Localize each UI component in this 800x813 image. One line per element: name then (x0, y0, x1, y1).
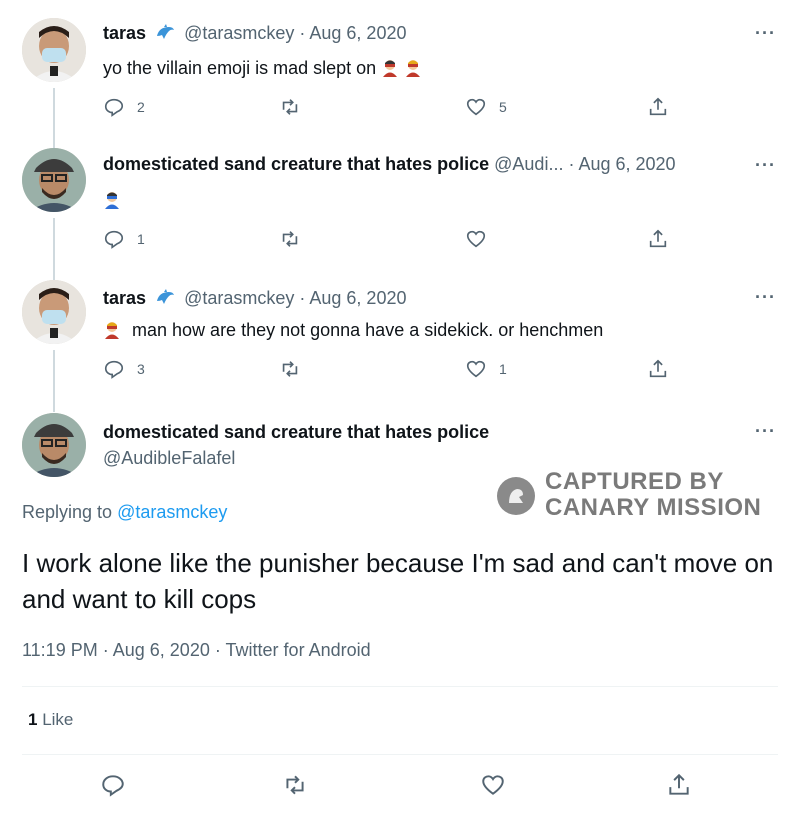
avatar[interactable] (22, 413, 86, 477)
main-tweet-text: I work alone like the punisher because I… (22, 548, 774, 614)
tweet-source: Twitter for Android (225, 640, 371, 660)
watermark-line-2: CANARY MISSION (545, 494, 762, 521)
separator: · (214, 640, 221, 660)
author-name[interactable]: domesticated sand creature that hates po… (103, 422, 489, 442)
replying-prefix: Replying to (22, 502, 113, 522)
tweet-time[interactable]: 11:19 PM (22, 640, 98, 660)
share-icon (669, 773, 689, 795)
tweet-date[interactable]: Aug 6, 2020 (113, 640, 210, 660)
canary-logo-icon (497, 477, 535, 515)
canary-mission-watermark: CAPTURED BY CANARY MISSION (497, 469, 767, 523)
watermark-line-1: CAPTURED BY (545, 468, 724, 495)
divider (22, 686, 778, 687)
author-handle[interactable]: @AudibleFalafel (103, 448, 235, 468)
replying-to: Replying to @tarasmckey (22, 502, 227, 523)
likes-label: Like (42, 710, 74, 729)
likes-summary[interactable]: 1 Like (28, 710, 73, 730)
replying-handle-link[interactable]: @tarasmckey (117, 502, 227, 522)
divider (22, 754, 778, 755)
more-options-button[interactable]: ··· (755, 422, 776, 440)
separator: · (102, 640, 109, 660)
tweet-meta: 11:19 PM · Aug 6, 2020 · Twitter for And… (22, 640, 371, 661)
like-button[interactable] (480, 772, 506, 798)
reply-icon (102, 775, 124, 797)
retweet-icon (286, 775, 304, 795)
heart-icon (482, 775, 504, 795)
main-tweet: domesticated sand creature that hates po… (0, 0, 800, 813)
likes-count: 1 (28, 710, 38, 729)
share-button[interactable] (666, 772, 692, 798)
retweet-button[interactable] (282, 772, 308, 798)
reply-button[interactable] (100, 772, 126, 798)
